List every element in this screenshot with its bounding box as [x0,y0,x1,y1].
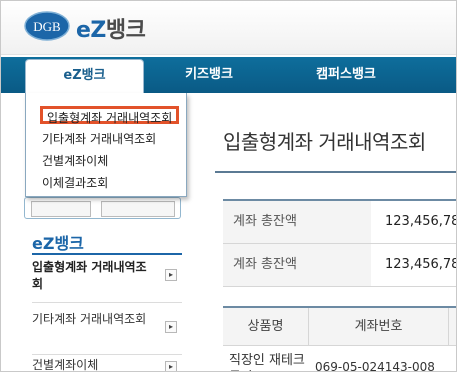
brand-name: eZ뱅크 [76,12,146,44]
chevron-right-icon[interactable]: ▸ [165,361,177,371]
brand-name-prefix: eZ [76,18,106,43]
column-header-account-number: 계좌번호 [309,308,449,346]
sidebar-button-right[interactable] [101,201,175,217]
balance-summary-table: 계좌 총잔액 123,456,789 계좌 총잔액 123,456,789 [223,199,456,287]
sidebar-item-transfer[interactable]: 건별계좌이체 ▸ [32,357,182,372]
chevron-right-icon[interactable]: ▸ [165,321,177,333]
summary-label: 계좌 총잔액 [223,201,371,243]
page-title: 입출형계좌 거래내역조회 [223,130,426,154]
sidebar-item-label: 건별계좌이체 [32,358,99,372]
chevron-right-icon[interactable]: ▸ [165,269,177,281]
main-nav: eZ뱅크 키즈뱅크 캠퍼스뱅크 [1,57,456,95]
summary-row: 계좌 총잔액 123,456,789 [223,244,456,287]
title-divider [215,171,456,173]
dropdown-item-deposit-history[interactable]: 입출형계좌 거래내역조회 [40,106,180,125]
summary-row: 계좌 총잔액 123,456,789 [223,201,456,244]
sidebar-button-left[interactable] [31,201,91,217]
dgb-logo-icon[interactable]: DGB [24,11,70,41]
sidebar-heading-divider [32,253,182,255]
nav-tab-kids-bank[interactable]: 키즈뱅크 [169,57,249,93]
sidebar-item-deposit-history[interactable]: 입출형계좌 거래내역조회 ▸ [32,259,182,303]
sidebar-button-group [24,197,181,219]
accounts-table-header: 상품명 계좌번호 [223,308,456,346]
summary-value: 123,456,789 [385,214,456,229]
table-row[interactable]: 직장인 재테크통장 069-05-024143-008 [223,346,456,371]
app-window: DGB eZ뱅크 eZ뱅크 키즈뱅크 캠퍼스뱅크 입출형계좌 거래내역조회 계좌… [0,0,457,372]
nav-tab-ez-bank[interactable]: eZ뱅크 [25,59,144,95]
header: DGB eZ뱅크 [1,1,456,55]
summary-label: 계좌 총잔액 [223,244,371,286]
brand-name-suffix: 뱅크 [105,18,146,43]
dropdown-item-transfer[interactable]: 건별계좌이체 [42,152,108,170]
summary-value: 123,456,789 [385,257,456,272]
dropdown-item-other-history[interactable]: 기타계좌 거래내역조회 [42,130,156,148]
accounts-table: 상품명 계좌번호 직장인 재테크통장 069-05-024143-008 [223,306,456,371]
account-number[interactable]: 069-05-024143-008 [315,360,435,371]
sidebar-item-other-history[interactable]: 기타계좌 거래내역조회 ▸ [32,311,182,355]
sidebar-item-label: 입출형계좌 거래내역조회 [32,260,147,291]
sidebar-heading: eZ뱅크 [32,234,84,253]
nav-dropdown-menu: 입출형계좌 거래내역조회 기타계좌 거래내역조회 건별계좌이체 이체결과조회 [25,93,187,197]
account-product-name: 직장인 재테크통장 [229,353,305,371]
sidebar-item-label: 기타계좌 거래내역조회 [32,312,147,326]
logo-badge-text: DGB [33,19,61,34]
dropdown-item-transfer-result[interactable]: 이체결과조회 [42,174,108,192]
column-header-product: 상품명 [223,308,309,346]
nav-tab-campus-bank[interactable]: 캠퍼스뱅크 [301,57,391,93]
